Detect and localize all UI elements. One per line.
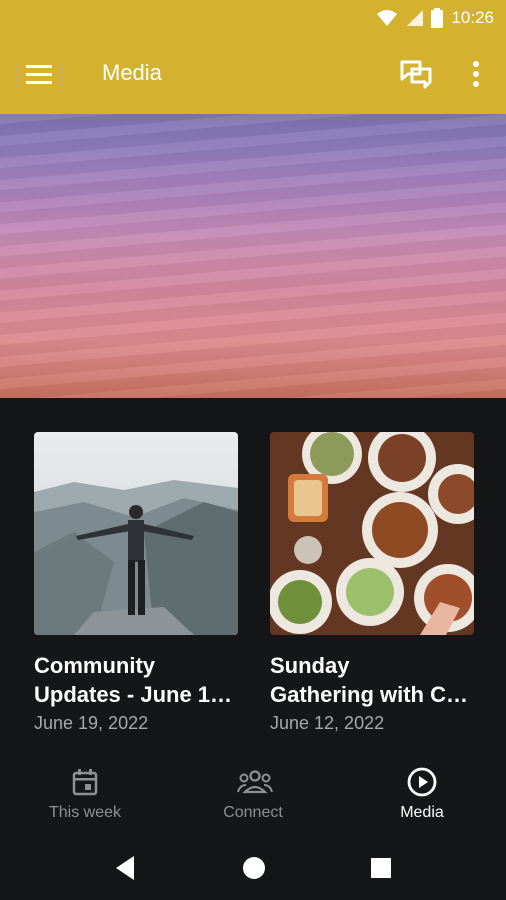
- nav-connect[interactable]: Connect: [178, 760, 328, 834]
- group-icon: [237, 770, 273, 794]
- app-bar: Media: [0, 36, 506, 114]
- recents-square-icon: [371, 858, 391, 878]
- nav-media[interactable]: Media: [347, 760, 497, 834]
- card-date: June 19, 2022: [34, 713, 149, 733]
- nav-label: This week: [48, 804, 122, 821]
- food-table-photo: [270, 432, 474, 635]
- hero-banner-image[interactable]: [0, 114, 506, 398]
- card-title-line-2: Updates - June 19, 2022: [34, 682, 238, 707]
- media-card[interactable]: Sunday Gathering with Community June 12,…: [270, 432, 474, 734]
- status-time: 10:26: [451, 8, 494, 27]
- more-options-button[interactable]: [462, 58, 490, 92]
- card-title-line-1: Sunday: [270, 653, 350, 678]
- play-circle-icon: [407, 767, 437, 797]
- wifi-icon: [377, 10, 398, 26]
- home-button[interactable]: [240, 854, 268, 882]
- bottom-navigation: This week Connect Media: [0, 760, 506, 834]
- home-circle-icon: [243, 857, 265, 879]
- chat-bubbles-icon: [400, 60, 432, 89]
- chat-button[interactable]: [398, 56, 434, 92]
- calendar-icon: [72, 769, 98, 796]
- system-navigation-bar: [0, 834, 506, 900]
- card-title: Community Updates - June 19, 2022: [34, 651, 238, 709]
- battery-icon: [431, 8, 444, 28]
- signal-icon: [407, 10, 424, 26]
- card-title-line-1: Community: [34, 653, 155, 678]
- page-title: Media: [102, 60, 162, 85]
- card-date: June 12, 2022: [270, 713, 385, 733]
- status-bar: 10:26: [0, 0, 506, 36]
- back-button[interactable]: [112, 854, 140, 882]
- nav-label: Connect: [223, 804, 283, 821]
- more-vert-icon: [473, 61, 479, 87]
- recents-button[interactable]: [367, 854, 395, 882]
- card-title-line-2: Gathering with Community: [270, 682, 474, 707]
- hamburger-menu-icon: [26, 65, 52, 84]
- person-on-cliff-photo: [34, 432, 238, 635]
- menu-button[interactable]: [24, 60, 54, 90]
- media-card[interactable]: Community Updates - June 19, 2022 June 1…: [34, 432, 238, 734]
- nav-label: Media: [400, 804, 444, 821]
- card-title: Sunday Gathering with Community: [270, 651, 474, 709]
- back-triangle-icon: [116, 856, 134, 880]
- nav-this-week[interactable]: This week: [10, 760, 160, 834]
